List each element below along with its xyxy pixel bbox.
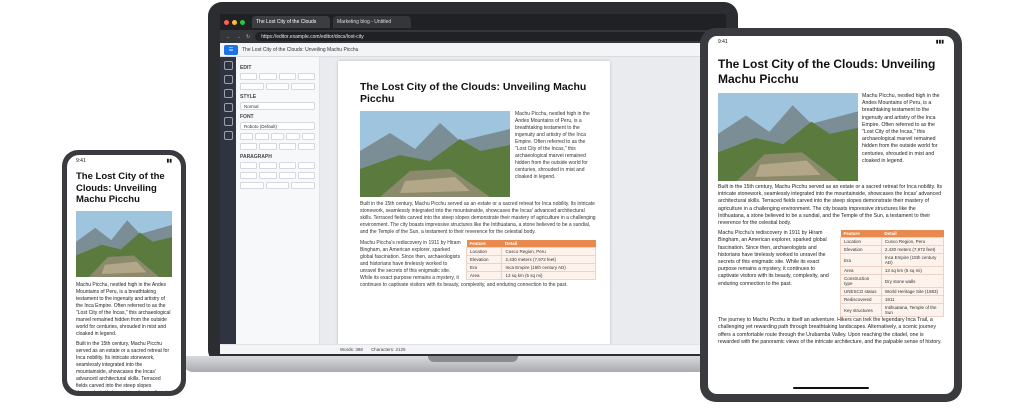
feature-table-wrapper: Feature Detail Location Cusco Region, Peru… [840, 230, 945, 318]
font-color-buttons[interactable] [240, 143, 315, 150]
table-row: Rediscovered 1911 [840, 295, 945, 305]
browser-tab[interactable]: Marketing blog - Untitled [333, 16, 411, 28]
section-style: STYLE [240, 94, 257, 100]
align-buttons[interactable] [240, 162, 315, 169]
laptop-notch [428, 356, 518, 362]
battery-icon: ▮▮ [166, 158, 172, 164]
table-row: Elevation 2,430 meters (7,972 feet) [840, 245, 945, 255]
image-tool-icon[interactable] [223, 89, 233, 98]
browser-toolbar: ← → ↻ https://editor.example.com/editor/… [220, 30, 726, 43]
table-row: Area 13 sq km (5 sq mi) [465, 271, 596, 280]
browser-tab[interactable]: The Lost City of the Clouds [252, 16, 330, 28]
battery-icon: ▮▮▮ [935, 39, 944, 45]
table-row: Area 13 sq km (5 sq mi) [840, 266, 945, 276]
section-paragraph: PARAGRAPH [240, 154, 272, 160]
machu-picchu-image[interactable] [76, 210, 172, 277]
editor-toolbar: ☰ The Lost City of the Clouds: Unveiling… [220, 43, 726, 57]
browser-tab-strip: The Lost City of the Clouds Marketing bl… [220, 14, 726, 30]
home-indicator[interactable] [793, 386, 869, 389]
table-row: Location Cusco Region, Peru [465, 247, 596, 256]
table-tool-icon[interactable] [223, 117, 233, 126]
properties-panel: EDIT STYLE Normal FONT Roboto (Default) … [236, 57, 320, 344]
back-arrow-icon[interactable]: ← [226, 34, 231, 40]
table-row: Elevation 2,430 meters (7,972 feet) [465, 255, 596, 264]
comment-tool-icon[interactable] [223, 131, 233, 140]
phone-screen: 9:41 ▮▮ The Lost City of the Clouds: Unv… [67, 155, 181, 391]
article-intro: Machu Picchu, nestled high in the Andes … [76, 281, 171, 337]
reload-icon[interactable]: ↻ [246, 34, 250, 40]
section-font: FONT [240, 114, 254, 120]
tablet-status-bar: 9:41 ▮▮▮ [718, 36, 944, 48]
phone-status-bar: 9:41 ▮▮ [76, 155, 172, 167]
tool-rail [220, 57, 236, 344]
machu-picchu-image[interactable] [360, 111, 510, 197]
indent-buttons[interactable] [240, 182, 316, 189]
tablet-frame: 9:41 ▮▮▮ The Lost City of the Clouds: Un… [700, 28, 962, 402]
table-row: UNESCO status World Heritage Site (1983) [840, 287, 945, 297]
char-count: Characters: 2125 [370, 347, 406, 352]
article-title: The Lost City of the Clouds: Unveiling M… [718, 57, 936, 86]
machu-picchu-image[interactable] [718, 93, 858, 181]
word-count: Words: 388 [340, 347, 363, 352]
article-title: The Lost City of the Clouds: Unveiling M… [76, 171, 165, 205]
document-page[interactable]: The Lost City of the Clouds: Unveiling M… [338, 61, 610, 344]
article-built: Built in the 15th century, Machu Picchu … [76, 340, 170, 392]
document-canvas: The Lost City of the Clouds: Unveiling M… [320, 57, 726, 344]
address-bar[interactable]: https://editor.example.com/editor/docs/l… [255, 32, 720, 41]
time-label: 9:41 [76, 158, 86, 164]
document-title[interactable]: The Lost City of the Clouds: Unveiling M… [242, 47, 722, 53]
font-format-buttons[interactable] [240, 133, 316, 140]
select-tool-icon[interactable] [223, 61, 233, 70]
tablet-screen: 9:41 ▮▮▮ The Lost City of the Clouds: Un… [708, 36, 954, 394]
article-title: The Lost City of the Clouds: Unveiling M… [360, 81, 587, 105]
app-logo[interactable]: ☰ [224, 44, 238, 55]
close-window-icon[interactable] [224, 19, 229, 25]
feature-table: Feature Detail Location Cusco Region, Peru… [465, 240, 596, 280]
table-row: Construction type Dry stone walls [840, 274, 945, 289]
minimize-window-icon[interactable] [232, 19, 237, 25]
table-header: Feature [466, 240, 502, 248]
forward-arrow-icon[interactable]: → [236, 34, 241, 40]
table-row: Location Cusco Region, Peru [840, 237, 945, 247]
time-label: 9:41 [718, 39, 728, 45]
edit-buttons[interactable] [240, 73, 315, 80]
edit-buttons-row2[interactable] [240, 83, 316, 90]
font-select[interactable]: Roboto (Default) [240, 122, 315, 130]
maximize-window-icon[interactable] [240, 19, 245, 25]
laptop-frame: The Lost City of the Clouds Marketing bl… [208, 2, 738, 364]
text-tool-icon[interactable] [223, 75, 233, 84]
table-row: Era Inca Empire (15th century AD) [840, 253, 945, 268]
table-header: Detail [501, 240, 596, 248]
table-row: Key structures Intihuatana, Temple of the… [840, 303, 945, 318]
feature-table-wrapper: Feature Detail Location Cusco Region, Peru… [465, 240, 596, 280]
table-header: Detail [881, 230, 944, 238]
table-row: Era Inca Empire (15th century AD) [465, 263, 596, 272]
feature-table: Feature Detail Location Cusco Region, Peru… [840, 230, 945, 318]
laptop-screen: The Lost City of the Clouds Marketing bl… [220, 14, 726, 354]
style-select[interactable]: Normal [240, 102, 315, 110]
article-built: Built in the 15th century, Machu Picchu … [718, 184, 943, 227]
article-journey: The journey to Machu Picchu is itself an… [718, 317, 942, 345]
editor-body: EDIT STYLE Normal FONT Roboto (Default) … [220, 57, 726, 344]
list-buttons[interactable] [240, 172, 315, 179]
window-controls[interactable] [224, 19, 245, 25]
device-showcase: The Lost City of the Clouds Marketing bl… [0, 0, 1024, 420]
section-edit: EDIT [240, 65, 252, 71]
shape-tool-icon[interactable] [223, 103, 233, 112]
article-built: Built in the 15th century, Machu Picchu … [360, 201, 596, 235]
status-bar: Words: 388 Characters: 2125 [220, 344, 726, 354]
table-header: Feature [840, 230, 882, 238]
phone-frame: 9:41 ▮▮ The Lost City of the Clouds: Unv… [62, 150, 186, 396]
